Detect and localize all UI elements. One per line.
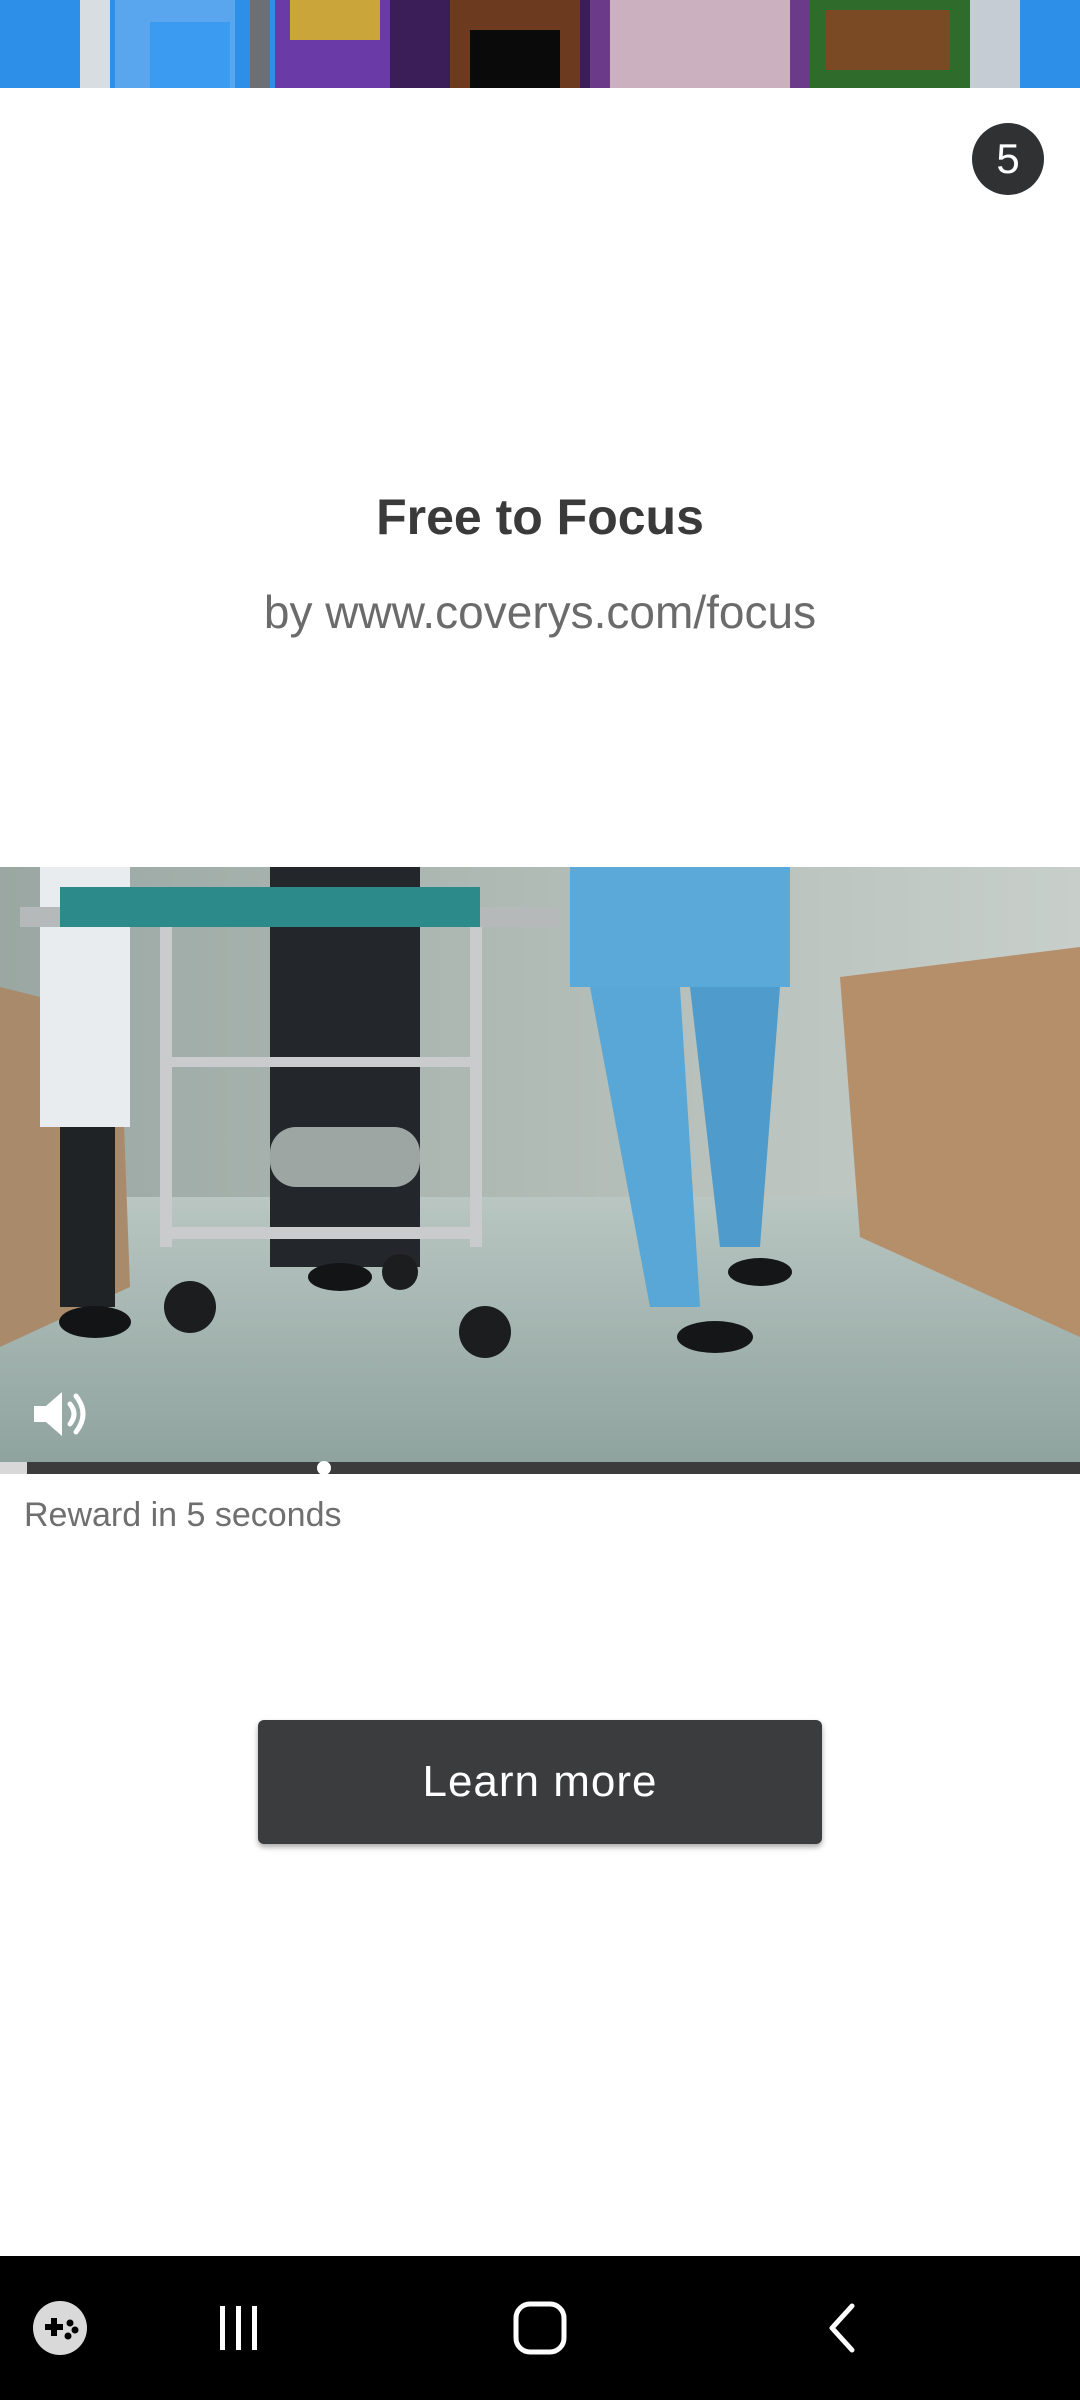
back-icon: [829, 2303, 855, 2353]
background-game-strip: [0, 0, 1080, 88]
video-progress-knob: [317, 1461, 331, 1475]
back-button[interactable]: [784, 2256, 904, 2400]
home-button[interactable]: [480, 2256, 600, 2400]
system-navigation-bar: [0, 2256, 1080, 2400]
countdown-badge: 5: [972, 123, 1044, 195]
ad-advertiser-url: by www.coverys.com/focus: [263, 586, 817, 638]
learn-more-button[interactable]: Learn more: [258, 1720, 822, 1844]
reward-countdown-text: Reward in 5 seconds: [24, 1496, 342, 1534]
video-frame-image: [0, 867, 1080, 1462]
mute-button[interactable]: [28, 1382, 92, 1446]
game-launcher-button[interactable]: [0, 2256, 120, 2400]
ad-video[interactable]: [0, 867, 1080, 1462]
recent-apps-button[interactable]: [178, 2256, 298, 2400]
ad-title: Free to Focus: [376, 489, 704, 545]
home-icon: [513, 2301, 567, 2355]
game-launcher-icon: [33, 2301, 87, 2355]
video-progress-bar: [0, 1461, 1080, 1475]
volume-icon: [34, 1392, 86, 1436]
video-progress-fill: [0, 1462, 27, 1474]
recent-apps-icon: [220, 2306, 257, 2350]
